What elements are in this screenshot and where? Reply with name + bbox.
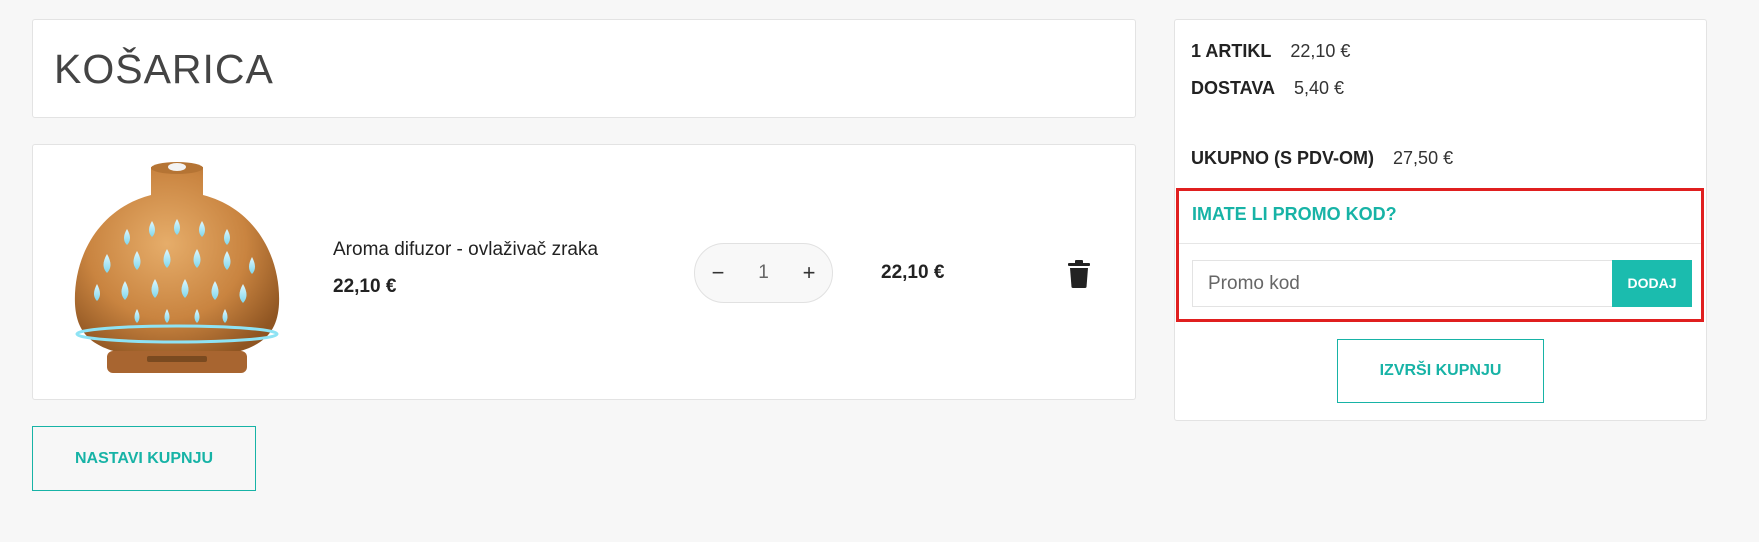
quantity-value[interactable]: 1 xyxy=(735,244,792,302)
quantity-decrease-button[interactable]: − xyxy=(698,244,738,302)
promo-code-title[interactable]: IMATE LI PROMO KOD? xyxy=(1192,204,1397,225)
line-total: 22,10 € xyxy=(881,262,945,283)
product-name[interactable]: Aroma difuzor - ovlaživač zraka xyxy=(333,239,598,261)
items-subtotal: 22,10 € xyxy=(1290,41,1351,61)
summary-delivery-row: DOSTAVA 5,40 € xyxy=(1191,78,1344,99)
promo-code-input[interactable] xyxy=(1192,260,1614,307)
items-count-label: 1 ARTIKL xyxy=(1191,41,1272,61)
delete-item-button[interactable] xyxy=(1068,260,1090,288)
quantity-increase-button[interactable]: + xyxy=(789,244,829,302)
total-label: UKUPNO (S PDV-OM) xyxy=(1191,148,1375,168)
aroma-diffuser-image xyxy=(74,162,280,373)
product-price: 22,10 € xyxy=(333,276,397,297)
quantity-stepper: − 1 + xyxy=(694,243,833,303)
product-image[interactable] xyxy=(67,159,287,383)
promo-divider xyxy=(1179,243,1701,244)
delivery-cost: 5,40 € xyxy=(1294,78,1345,98)
delivery-label: DOSTAVA xyxy=(1191,78,1275,98)
total-value: 27,50 € xyxy=(1393,148,1454,168)
summary-items-row: 1 ARTIKL 22,10 € xyxy=(1191,41,1350,62)
summary-total-row: UKUPNO (S PDV-OM) 27,50 € xyxy=(1191,148,1453,169)
promo-code-section: IMATE LI PROMO KOD? DODAJ xyxy=(1176,188,1704,322)
cart-title-card: KOŠARICA xyxy=(32,19,1136,118)
continue-shopping-button[interactable]: NASTAVI KUPNJU xyxy=(32,426,256,491)
cart-item-card: Aroma difuzor - ovlaživač zraka 22,10 € … xyxy=(32,144,1136,400)
promo-apply-button[interactable]: DODAJ xyxy=(1612,260,1692,307)
checkout-button[interactable]: IZVRŠI KUPNJU xyxy=(1337,339,1544,403)
trash-icon xyxy=(1068,260,1090,288)
page-title: KOŠARICA xyxy=(54,46,274,92)
